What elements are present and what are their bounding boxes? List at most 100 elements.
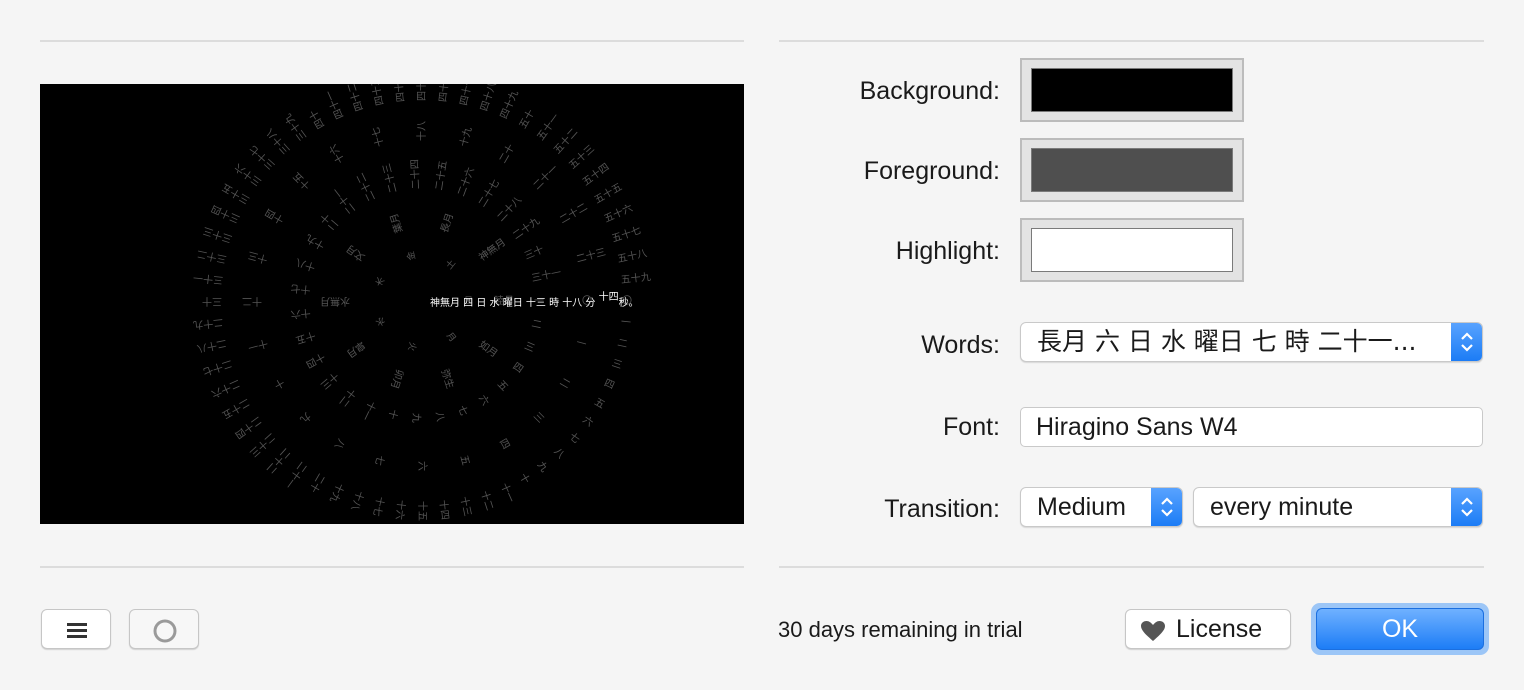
center-time-seconds: 十四 (598, 292, 619, 303)
ring-word-3-6: 六 (416, 461, 428, 471)
ring-word-4-41: 四十一 (322, 88, 346, 121)
ring-word-2-29: 三十 (522, 242, 546, 262)
ring-word-2-17: 十八 (294, 256, 317, 274)
ring-word-4-26: 二十六 (209, 377, 242, 401)
center-time-tail: 秒。 (618, 298, 639, 309)
trial-status-text: 30 days remaining in trial (778, 617, 1023, 642)
ring-word-2-11: 十二 (336, 386, 359, 410)
bottom-right-divider (779, 566, 1484, 568)
ring-word-1-5: 水無月 (320, 295, 350, 308)
background-color-well[interactable] (1020, 58, 1244, 122)
ring-word-2-15: 十六 (290, 306, 311, 321)
font-field[interactable]: Hiragino Sans W4 (1020, 407, 1483, 447)
ring-word-3-18: 十八 (415, 121, 428, 141)
menu-button[interactable] (41, 609, 111, 649)
transition-speed-popup[interactable]: Medium (1020, 487, 1183, 527)
ring-word-2-16: 十七 (290, 282, 311, 297)
ring-word-4-47: 四十七 (457, 84, 476, 107)
ring-word-4-29: 二十九 (193, 316, 224, 332)
ring-word-2-28: 二十九 (510, 214, 542, 242)
ring-word-3-12: 十二 (242, 295, 262, 308)
words-value: 長月 六 日 水 曜日 七 時 二十一... (1037, 327, 1417, 356)
frequency-stepper (1451, 488, 1482, 526)
ring-word-2-26: 二十七 (475, 177, 502, 209)
ring-word-4-32: 三十二 (196, 247, 228, 266)
ring-word-4-11: 十一 (498, 481, 518, 505)
transition-frequency-popup[interactable]: every minute (1193, 487, 1483, 527)
ring-word-4-31: 三十一 (193, 271, 224, 287)
ring-word-3-9: 九 (298, 410, 314, 426)
license-label: License (1176, 615, 1263, 643)
up-down-chevron-icon (1461, 332, 1473, 352)
ring-word-3-16: 十六 (326, 142, 347, 166)
circle-icon (153, 619, 177, 643)
ring-word-2-14: 十五 (294, 329, 317, 347)
ring-word-1-4: 皐月 (344, 338, 368, 360)
ring-word-4-46: 四十六 (436, 84, 452, 103)
ok-button[interactable]: OK (1316, 608, 1484, 650)
hamburger-menu-icon (67, 623, 87, 638)
ring-word-3-7: 七 (372, 454, 386, 467)
ring-word-4-22: 二十二 (264, 446, 294, 477)
ring-word-4-13: 十三 (458, 495, 475, 517)
ring-word-4-6: 六 (580, 414, 595, 430)
ring-word-3-3: 三 (531, 411, 546, 426)
ring-word-1-2: 弥生 (438, 367, 457, 390)
ring-word-3-1: 一 (575, 338, 588, 351)
ring-word-2-1: 二 (530, 319, 542, 332)
highlight-label: Highlight: (895, 237, 1000, 265)
ring-word-2-13: 十四 (304, 350, 328, 371)
ring-word-0-2: 火 (405, 341, 418, 352)
ring-word-3-4: 四 (497, 437, 512, 451)
transition-speed-value: Medium (1037, 493, 1126, 521)
top-right-divider (779, 40, 1484, 42)
ring-word-4-12: 十二 (478, 489, 497, 512)
ring-word-2-21: 二十二 (353, 171, 378, 204)
ring-word-4-36: 三十六 (232, 161, 264, 189)
circle-button[interactable] (129, 609, 199, 649)
ring-word-2-30: 三十一 (530, 266, 562, 285)
ring-word-1-3: 卯月 (388, 368, 406, 391)
ring-word-1-8: 長月 (438, 212, 456, 235)
ring-word-3-21: 二十一 (530, 162, 560, 192)
ring-word-1-1: 如月 (477, 338, 501, 360)
ring-word-4-20: 二十 (307, 471, 328, 495)
ring-word-4-35: 三十五 (219, 181, 251, 207)
transition-label: Transition: (884, 495, 1000, 523)
ring-word-4-48: 四十八 (477, 84, 499, 113)
foreground-label: Foreground: (863, 157, 1000, 185)
words-popup[interactable]: 長月 六 日 水 曜日 七 時 二十一... (1020, 322, 1483, 362)
ring-word-0-6: 土 (443, 257, 458, 272)
ring-word-4-34: 三十四 (209, 202, 242, 226)
ring-word-4-21: 二十一 (282, 459, 310, 491)
ring-word-4-18: 十八 (348, 489, 367, 512)
ring-word-4-45: 四十五 (415, 84, 428, 101)
ring-word-4-17: 十七 (370, 495, 387, 517)
background-label: Background: (859, 77, 1000, 105)
ring-word-3-20: 二十 (496, 142, 517, 166)
ring-word-2-19: 二十 (317, 210, 341, 233)
ring-word-0-1: 月 (444, 330, 458, 344)
ring-word-4-28: 二十八 (196, 337, 228, 356)
heart-icon (1141, 621, 1165, 641)
ring-word-3-14: 十四 (263, 206, 287, 227)
highlight-color-well[interactable] (1020, 218, 1244, 282)
ring-word-4-39: 三十九 (281, 111, 309, 143)
ring-word-4-44: 四十四 (391, 84, 407, 103)
ring-word-2-18: 十九 (303, 232, 327, 253)
center-time-main: 神無月 四 日 水 曜日 十三 時 十八 分 (430, 298, 596, 309)
ring-word-4-57: 五十七 (610, 223, 643, 245)
ring-word-2-25: 二十六 (454, 165, 477, 198)
ring-word-2-27: 二十八 (494, 193, 524, 224)
ring-word-4-52: 五十二 (551, 125, 581, 156)
ring-word-2-24: 二十五 (432, 160, 449, 192)
ring-word-2-10: 十一 (359, 399, 379, 423)
ring-word-4-27: 二十七 (201, 357, 234, 379)
ring-word-4-3: 三 (610, 358, 623, 372)
bottom-left-divider (40, 566, 744, 568)
background-swatch (1031, 68, 1233, 112)
foreground-color-well[interactable] (1020, 138, 1244, 202)
ring-word-4-14: 十四 (437, 499, 452, 520)
ring-word-4-59: 五十九 (620, 270, 651, 286)
license-button[interactable]: License (1125, 609, 1291, 649)
